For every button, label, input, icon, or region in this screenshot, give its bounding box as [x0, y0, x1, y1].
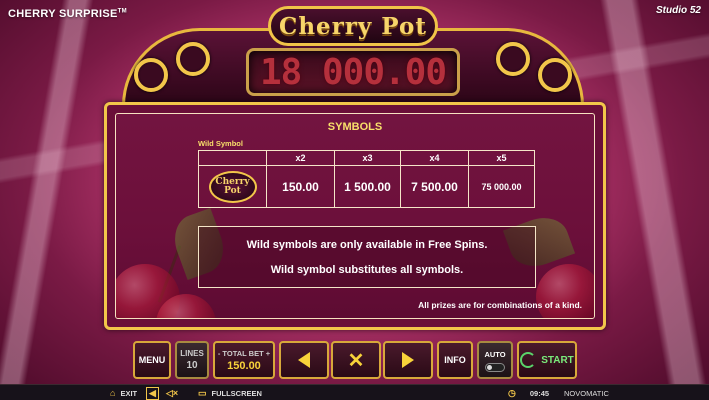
menu-button[interactable]: MENU — [133, 341, 171, 379]
wild-info-box: Wild symbols are only available in Free … — [198, 226, 536, 288]
clock: ◷ 09:45 — [508, 387, 550, 398]
wild-header-cell — [198, 150, 267, 166]
cherry-pot-wild-icon: Cherry Pot — [208, 170, 257, 203]
ring-ornament — [496, 42, 530, 76]
exit-button[interactable]: ⌂ EXIT — [110, 385, 137, 400]
cherry-image — [536, 264, 594, 318]
jackpot-value: 18 000.00 — [259, 51, 447, 93]
wild-symbol-label: Wild Symbol — [198, 139, 243, 148]
total-bet-value: 150.00 — [227, 360, 261, 372]
bet-increase-button[interactable]: + — [266, 349, 270, 358]
status-bar: ⌂ EXIT ◀ ◁× ▭ FULLSCREEN ◷ 09:45 NOVOMAT… — [0, 384, 709, 400]
payout-value: 150.00 — [266, 165, 335, 208]
prize-footnote: All prizes are for combinations of a kin… — [418, 300, 582, 310]
fullscreen-button[interactable]: ▭ FULLSCREEN — [198, 385, 262, 400]
novomatic-logo: NOVOMATIC — [564, 388, 609, 398]
paytable-panel: SYMBOLS Wild Symbol x2 x3 x4 x5 Cherry P… — [104, 102, 606, 330]
spin-icon — [520, 352, 537, 368]
previous-page-button[interactable] — [279, 341, 329, 379]
toggle-switch-icon — [485, 362, 505, 372]
autoplay-toggle[interactable]: AUTO — [477, 341, 513, 379]
next-page-button[interactable] — [383, 341, 433, 379]
fullscreen-icon: ▭ — [198, 387, 207, 398]
ring-ornament — [176, 42, 210, 76]
lines-display: LINES 10 — [175, 341, 209, 379]
start-button[interactable]: START — [517, 341, 577, 379]
payout-value: 75 000.00 — [468, 165, 535, 208]
studio-logo: Studio 52 — [655, 5, 701, 16]
sound-toggle-button[interactable]: ◀ — [146, 385, 159, 400]
clock-icon: ◷ — [508, 387, 516, 398]
wild-symbol-cell: Cherry Pot — [198, 165, 267, 208]
jackpot-display: 18 000.00 — [246, 48, 460, 96]
header-crown: Cherry Pot 18 000.00 — [122, 6, 584, 106]
symbols-title: SYMBOLS — [327, 121, 383, 133]
multiplier-header: x3 — [334, 150, 401, 166]
ring-ornament — [134, 58, 168, 92]
sound-off-button[interactable]: ◁× — [166, 385, 178, 400]
speaker-icon: ◀ — [149, 387, 156, 398]
payout-value: 1 500.00 — [334, 165, 401, 208]
multiplier-header: x2 — [266, 150, 335, 166]
ring-ornament — [538, 58, 572, 92]
close-paytable-button[interactable]: ✕ — [331, 341, 381, 379]
arrow-right-icon — [402, 352, 414, 368]
close-icon: ✕ — [347, 349, 365, 372]
bet-decrease-button[interactable]: - — [218, 349, 221, 358]
info-line: Wild symbols are only available in Free … — [246, 238, 488, 251]
payout-value: 7 500.00 — [400, 165, 469, 208]
arrow-left-icon — [298, 352, 310, 368]
speaker-muted-icon: ◁× — [166, 387, 179, 398]
info-line: Wild symbol substitutes all symbols. — [270, 263, 464, 276]
multiplier-header: x4 — [400, 150, 469, 166]
paytable-inner: SYMBOLS Wild Symbol x2 x3 x4 x5 Cherry P… — [115, 113, 595, 319]
paytable-grid: x2 x3 x4 x5 Cherry Pot 150.00 1 500.00 7… — [198, 150, 535, 208]
home-icon: ⌂ — [110, 388, 116, 398]
info-button[interactable]: INFO — [437, 341, 473, 379]
game-logo: Cherry Pot — [268, 6, 438, 46]
game-title: CHERRY SURPRISETM — [8, 8, 127, 20]
multiplier-header: x5 — [468, 150, 535, 166]
total-bet-control[interactable]: - TOTAL BET + 150.00 — [213, 341, 275, 379]
